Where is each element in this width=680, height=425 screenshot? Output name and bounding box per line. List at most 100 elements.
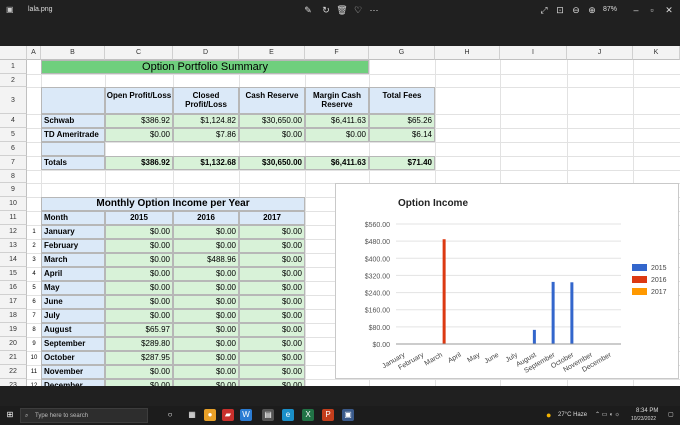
month-label[interactable]: April: [41, 267, 105, 281]
monthly-value[interactable]: $0.00: [239, 379, 305, 386]
expand-icon[interactable]: ⤢: [538, 4, 550, 16]
monthly-value[interactable]: $0.00: [173, 225, 239, 239]
monthly-value[interactable]: $0.00: [239, 253, 305, 267]
totals-value[interactable]: $1,132.68: [173, 156, 239, 170]
row-header[interactable]: 10: [0, 197, 27, 211]
monthly-value[interactable]: $0.00: [105, 295, 173, 309]
monthly-value[interactable]: $0.00: [173, 281, 239, 295]
monthly-value[interactable]: $0.00: [173, 365, 239, 379]
column-header[interactable]: E: [239, 46, 305, 60]
row-header[interactable]: 4: [0, 114, 27, 128]
summary-title[interactable]: Option Portfolio Summary: [41, 60, 369, 74]
monthly-value[interactable]: $0.00: [173, 267, 239, 281]
bar-2015-september[interactable]: [551, 281, 555, 344]
monthly-value[interactable]: $0.00: [173, 351, 239, 365]
summary-value[interactable]: $65.26: [369, 114, 435, 128]
monthly-value[interactable]: $488.96: [173, 253, 239, 267]
monthly-value[interactable]: $0.00: [105, 309, 173, 323]
chrome-icon[interactable]: ●: [204, 409, 216, 421]
totals-label[interactable]: Totals: [41, 156, 105, 170]
monthly-value[interactable]: $287.95: [105, 351, 173, 365]
monthly-value[interactable]: $289.80: [105, 337, 173, 351]
monthly-value[interactable]: $0.00: [105, 253, 173, 267]
column-header[interactable]: K: [633, 46, 680, 60]
blank-cell[interactable]: [41, 142, 105, 156]
monthly-value[interactable]: $0.00: [105, 239, 173, 253]
account-label[interactable]: Schwab: [41, 114, 105, 128]
column-header[interactable]: A: [27, 46, 41, 60]
month-label[interactable]: November: [41, 365, 105, 379]
month-label[interactable]: September: [41, 337, 105, 351]
row-header[interactable]: 19: [0, 323, 27, 337]
summary-value[interactable]: $0.00: [239, 128, 305, 142]
column-header[interactable]: C: [105, 46, 173, 60]
monthly-value[interactable]: $65.97: [105, 323, 173, 337]
minimize-icon[interactable]: –: [630, 4, 642, 16]
monthly-value[interactable]: $0.00: [239, 295, 305, 309]
monthly-value[interactable]: $0.00: [239, 281, 305, 295]
summary-value[interactable]: $6,411.63: [305, 114, 369, 128]
row-header[interactable]: 6: [0, 142, 27, 156]
taskbar-search-input[interactable]: ⌕ Type here to search: [20, 408, 148, 423]
row-header[interactable]: 9: [0, 183, 27, 197]
monthly-value[interactable]: $0.00: [173, 337, 239, 351]
summary-value[interactable]: $30,650.00: [239, 114, 305, 128]
monthly-value[interactable]: $0.00: [105, 267, 173, 281]
monthly-value[interactable]: $0.00: [173, 295, 239, 309]
summary-header[interactable]: Margin Cash Reserve: [305, 87, 369, 114]
monthly-value[interactable]: $0.00: [239, 239, 305, 253]
maximize-icon[interactable]: ▫: [646, 4, 658, 16]
row-header[interactable]: 23: [0, 379, 27, 386]
option-income-chart[interactable]: Option Income $0.00 $80.00 $160.00 $240.00 $3…: [335, 183, 679, 379]
row-header[interactable]: 20: [0, 337, 27, 351]
row-header[interactable]: 7: [0, 156, 27, 170]
monthly-value[interactable]: $0.00: [239, 225, 305, 239]
monthly-value[interactable]: $0.00: [173, 239, 239, 253]
column-header[interactable]: H: [435, 46, 500, 60]
file-explorer-icon[interactable]: ▤: [262, 409, 274, 421]
notification-icon[interactable]: ▢: [668, 411, 674, 418]
monthly-value[interactable]: $0.00: [105, 365, 173, 379]
month-label[interactable]: May: [41, 281, 105, 295]
summary-header[interactable]: Cash Reserve: [239, 87, 305, 114]
monthly-value[interactable]: $0.00: [105, 379, 173, 386]
month-label[interactable]: January: [41, 225, 105, 239]
more-icon[interactable]: ⋯: [368, 4, 380, 16]
monthly-value[interactable]: $0.00: [239, 309, 305, 323]
monthly-value[interactable]: $0.00: [239, 351, 305, 365]
photos-icon[interactable]: ▣: [342, 409, 354, 421]
row-header[interactable]: 17: [0, 295, 27, 309]
row-header[interactable]: 18: [0, 309, 27, 323]
monthly-value[interactable]: $0.00: [239, 337, 305, 351]
summary-value[interactable]: $6.14: [369, 128, 435, 142]
monthly-value[interactable]: $0.00: [239, 267, 305, 281]
delete-icon[interactable]: 🗑: [336, 4, 348, 16]
column-header[interactable]: F: [305, 46, 369, 60]
column-header[interactable]: J: [567, 46, 633, 60]
year-header[interactable]: 2016: [173, 211, 239, 225]
pdf-app-icon[interactable]: ▰: [222, 409, 234, 421]
word-icon[interactable]: W: [240, 409, 252, 421]
account-label[interactable]: TD Ameritrade: [41, 128, 105, 142]
column-header[interactable]: B: [41, 46, 105, 60]
row-header[interactable]: 22: [0, 365, 27, 379]
tray-icons[interactable]: ⌃ ▭ ◖ ☼: [595, 411, 620, 418]
powerpoint-icon[interactable]: P: [322, 409, 334, 421]
totals-value[interactable]: $6,411.63: [305, 156, 369, 170]
year-header[interactable]: 2015: [105, 211, 173, 225]
month-label[interactable]: June: [41, 295, 105, 309]
row-header[interactable]: 5: [0, 128, 27, 142]
month-label[interactable]: July: [41, 309, 105, 323]
task-view-icon[interactable]: ○: [164, 409, 176, 421]
favorite-icon[interactable]: ♡: [352, 4, 364, 16]
summary-header[interactable]: Closed Profit/Loss: [173, 87, 239, 114]
row-header[interactable]: 2: [0, 74, 27, 87]
row-header[interactable]: 21: [0, 351, 27, 365]
summary-value[interactable]: $386.92: [105, 114, 173, 128]
month-label[interactable]: December: [41, 379, 105, 386]
totals-value[interactable]: $30,650.00: [239, 156, 305, 170]
edit-icon[interactable]: ✎: [302, 4, 314, 16]
column-header[interactable]: G: [369, 46, 435, 60]
row-header[interactable]: 8: [0, 170, 27, 183]
summary-value[interactable]: $1,124.82: [173, 114, 239, 128]
